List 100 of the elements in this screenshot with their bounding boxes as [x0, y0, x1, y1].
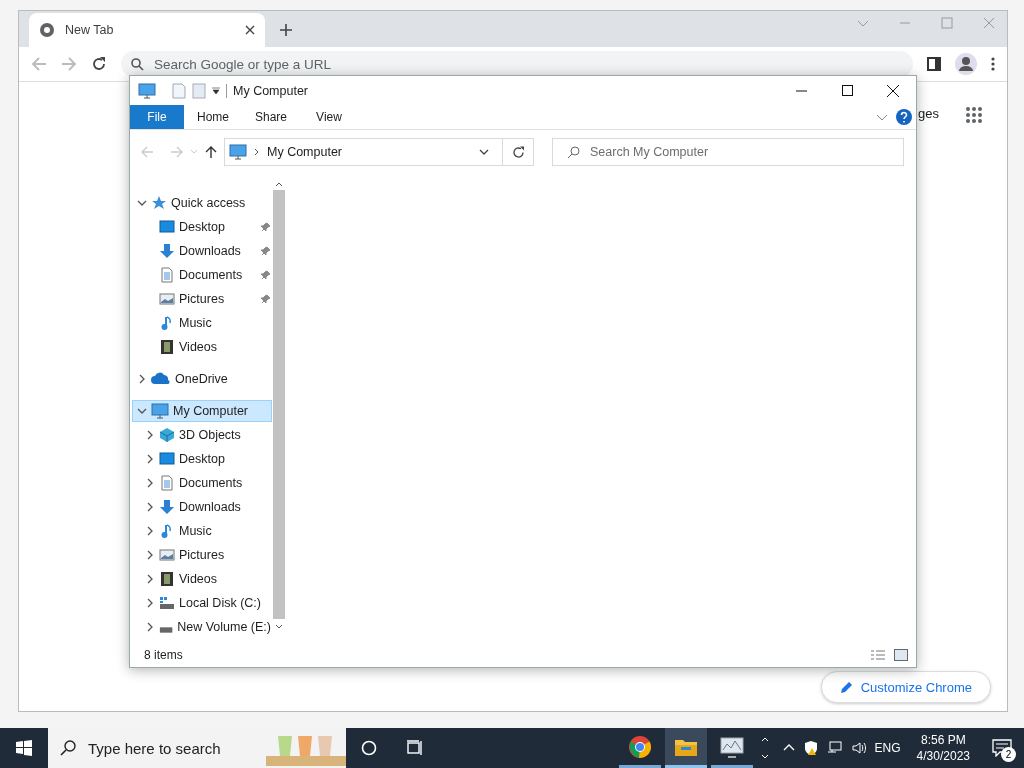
scroll-up-icon[interactable] — [275, 180, 283, 188]
search-icon — [131, 57, 144, 71]
network-icon[interactable] — [826, 740, 843, 756]
taskbar-search-field[interactable]: Type here to search — [48, 728, 346, 768]
reload-icon[interactable] — [91, 56, 107, 72]
document-icon — [159, 267, 175, 283]
tree-item[interactable]: Music — [140, 520, 272, 542]
tree-item[interactable]: Desktop — [140, 448, 272, 470]
tree-item[interactable]: Videos — [140, 336, 272, 358]
tree-item[interactable]: My Computer — [132, 400, 272, 422]
chevron-down-icon[interactable] — [137, 198, 147, 208]
notification-count: 2 — [1001, 747, 1016, 762]
large-icons-view-icon[interactable] — [894, 649, 908, 661]
item-count: 8 items — [144, 648, 184, 662]
ribbon-tab[interactable]: Home — [184, 105, 242, 129]
cube-icon — [159, 427, 175, 443]
sidebar-icon[interactable] — [927, 57, 941, 71]
tab-title: New Tab — [65, 23, 115, 37]
chevron-right-icon[interactable] — [145, 478, 155, 488]
window-title: My Computer — [226, 83, 772, 98]
picture-icon — [159, 547, 175, 563]
tree-item[interactable]: New Volume (E:) — [140, 616, 272, 638]
tree-item[interactable]: Local Disk (C:) — [140, 592, 272, 614]
ribbon-tab[interactable]: Share — [242, 105, 300, 129]
ribbon-tab[interactable]: File — [130, 105, 184, 129]
chrome-icon — [627, 734, 652, 759]
chat-bubble-icon — [992, 739, 1012, 757]
chevron-right-icon[interactable] — [253, 148, 261, 156]
hard-drive-icon — [159, 627, 174, 633]
cortana-circle-icon[interactable] — [361, 740, 377, 756]
chevron-right-icon[interactable] — [145, 502, 155, 512]
document-icon — [159, 475, 175, 491]
star-icon — [151, 195, 167, 211]
tree-item[interactable]: Desktop — [140, 216, 272, 238]
chrome-icon — [39, 22, 55, 38]
tree-item[interactable]: Downloads — [140, 496, 272, 518]
tree-item[interactable]: Music — [140, 312, 272, 334]
notification-button[interactable]: 2 — [980, 728, 1024, 768]
maximize-icon[interactable] — [841, 84, 853, 96]
images-link[interactable]: ges — [918, 106, 939, 121]
language-indicator[interactable]: ENG — [874, 741, 901, 755]
picture-icon — [159, 291, 175, 307]
clock[interactable]: 8:56 PM 4/30/2023 — [906, 728, 980, 768]
chevron-right-icon[interactable] — [145, 598, 155, 608]
address-bar[interactable]: My Computer — [224, 138, 534, 166]
pin-icon[interactable] — [261, 294, 271, 304]
speaker-icon[interactable] — [850, 740, 867, 756]
address-placeholder: Search Google or type a URL — [154, 56, 332, 72]
help-icon[interactable] — [896, 109, 912, 125]
refresh-icon[interactable] — [511, 145, 525, 159]
browser-tab[interactable]: New Tab — [29, 13, 265, 47]
chevron-right-icon[interactable] — [145, 454, 155, 464]
customize-chrome-button[interactable]: Customize Chrome — [820, 671, 991, 703]
chevron-right-icon[interactable] — [145, 550, 155, 560]
apps-grid-icon[interactable] — [965, 106, 983, 124]
desktop-icon — [159, 219, 175, 235]
scroll-down-icon[interactable] — [275, 623, 283, 631]
desktop-icon — [159, 451, 175, 467]
chevron-right-icon[interactable] — [145, 574, 155, 584]
download-arrow-icon — [159, 499, 175, 515]
chevron-right-icon[interactable] — [137, 374, 147, 384]
chevron-down-icon[interactable] — [137, 406, 147, 416]
monitor-icon — [718, 735, 745, 758]
download-arrow-icon — [159, 243, 175, 259]
taskbar-app[interactable] — [664, 728, 707, 768]
tree-item[interactable]: Downloads — [140, 240, 272, 262]
search-icon — [567, 145, 580, 159]
tree-item[interactable]: Videos — [140, 568, 272, 590]
tree-item[interactable]: Documents — [140, 472, 272, 494]
ribbon-tab[interactable]: View — [300, 105, 358, 129]
profile-icon[interactable] — [955, 53, 977, 75]
chevron-right-icon[interactable] — [145, 622, 155, 632]
tree-item[interactable]: Pictures — [140, 288, 272, 310]
menu-icon[interactable] — [991, 57, 995, 71]
dropdown-caret-icon[interactable] — [212, 86, 220, 95]
chevron-right-icon[interactable] — [145, 526, 155, 536]
tree-item[interactable]: Quick access — [132, 192, 272, 214]
close-icon[interactable] — [245, 25, 255, 35]
task-view-icon[interactable] — [406, 740, 424, 756]
new-tab-icon[interactable] — [279, 23, 293, 37]
pencil-icon — [839, 680, 853, 694]
tree-item[interactable]: Pictures — [140, 544, 272, 566]
film-icon — [159, 339, 175, 355]
chevron-right-icon[interactable] — [145, 430, 155, 440]
tree-item[interactable]: Documents — [140, 264, 272, 286]
search-icon — [60, 740, 76, 756]
up-arrow-icon[interactable] — [204, 145, 218, 159]
pin-icon[interactable] — [261, 222, 271, 232]
tree-item[interactable]: 3D Objects — [140, 424, 272, 446]
close-icon[interactable] — [887, 84, 899, 97]
film-icon — [159, 571, 175, 587]
monitor-icon — [229, 144, 247, 160]
shield-icon[interactable] — [802, 740, 819, 756]
pin-icon[interactable] — [261, 246, 271, 256]
cloud-icon — [151, 371, 171, 387]
search-field[interactable]: Search My Computer — [552, 138, 904, 166]
tree-item[interactable]: OneDrive — [132, 368, 272, 390]
monitor-icon — [151, 403, 169, 419]
address-bar[interactable]: Search Google or type a URL — [121, 51, 913, 77]
pin-icon[interactable] — [261, 270, 271, 280]
